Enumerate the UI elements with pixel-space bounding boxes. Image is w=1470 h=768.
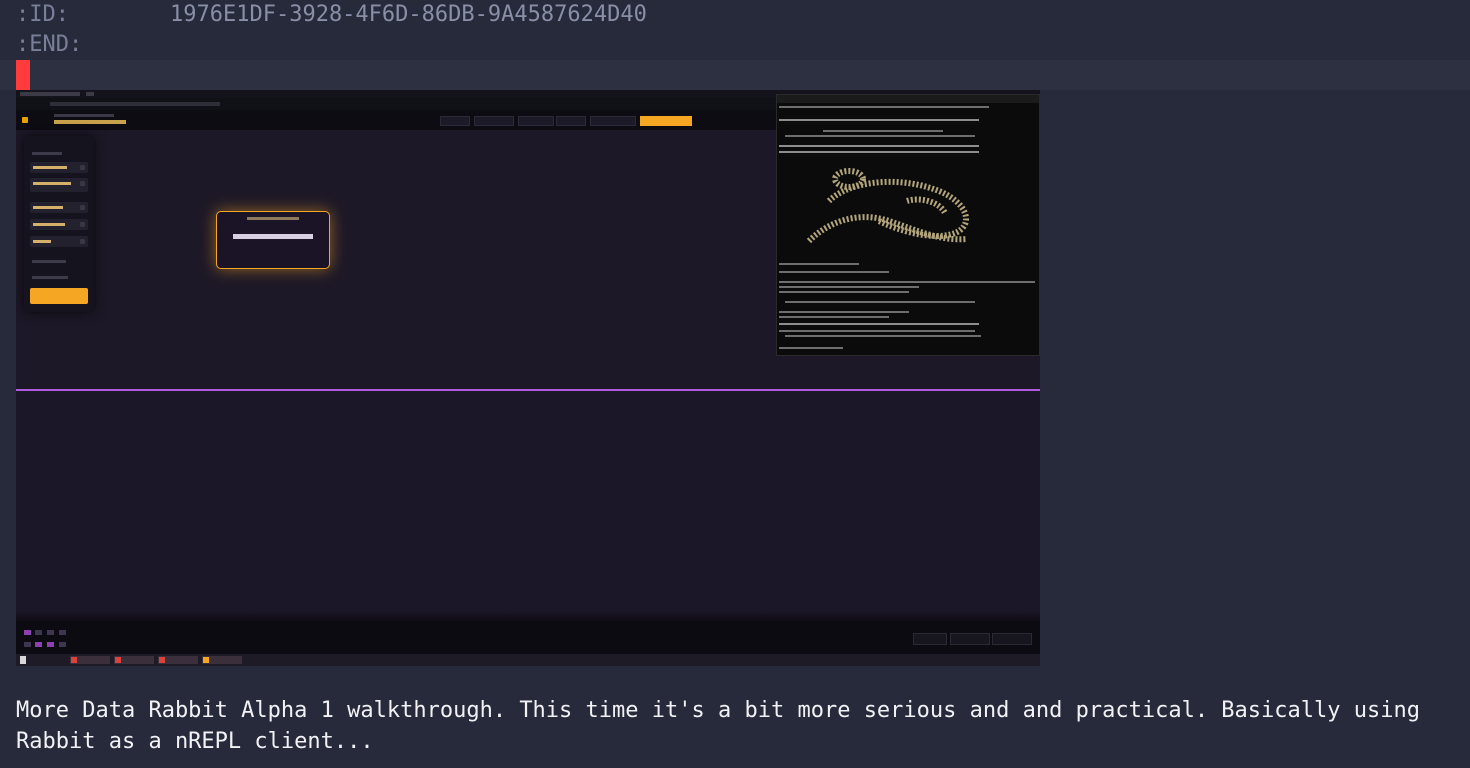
- os-taskbar: [16, 654, 1040, 666]
- nrepl-block-node: [216, 211, 330, 269]
- active-header-button: [640, 116, 692, 126]
- output-panel: [16, 391, 1040, 620]
- note-caption: More Data Rabbit Alpha 1 walkthrough. Th…: [16, 698, 1434, 754]
- text-cursor[interactable]: [16, 60, 30, 90]
- property-id-value: 1976E1DF-3928-4F6D-86DB-9A4587624D40: [170, 2, 647, 27]
- ascii-logo-art: [806, 168, 970, 244]
- property-end-line: :END:: [16, 30, 82, 60]
- terminal-window: [776, 94, 1040, 356]
- current-line-highlight: [0, 60, 1470, 90]
- app-footer: [16, 621, 1040, 654]
- property-id-line: :ID: 1976E1DF-3928-4F6D-86DB-9A4587624D40: [16, 0, 647, 30]
- property-end-key: :END:: [16, 32, 83, 57]
- rabbit-logo-icon: [22, 117, 28, 123]
- property-id-key: :ID:: [16, 2, 69, 27]
- selected-block-item: [30, 288, 88, 304]
- block-side-panel: [24, 136, 94, 312]
- embedded-screenshot[interactable]: [16, 90, 1040, 666]
